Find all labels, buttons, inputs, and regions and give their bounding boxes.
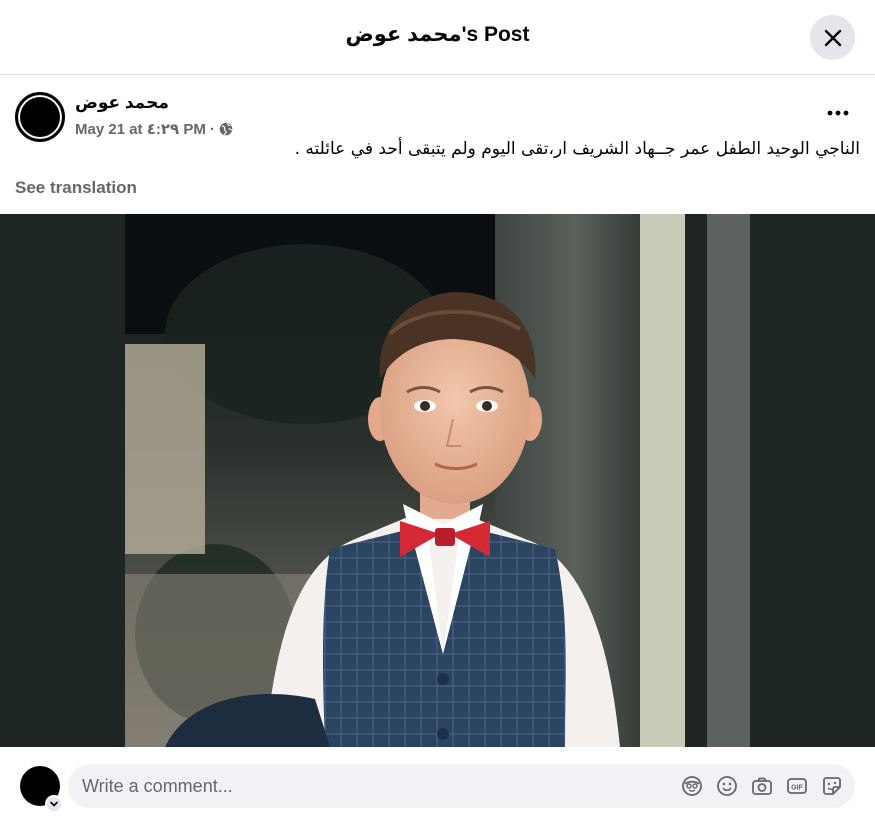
globe-icon[interactable] bbox=[219, 122, 233, 136]
sticker-button[interactable] bbox=[820, 774, 844, 798]
more-options-button[interactable] bbox=[818, 98, 858, 128]
post-text: الناجي الوحيد الطفل عمر جــهاد الشريف ار… bbox=[294, 139, 860, 159]
comment-input[interactable] bbox=[82, 764, 642, 808]
chevron-down-icon bbox=[50, 801, 58, 807]
emoji-button[interactable] bbox=[715, 774, 739, 798]
meta-separator: · bbox=[209, 120, 215, 138]
comment-composer: GIF bbox=[0, 747, 875, 832]
emoji-icon bbox=[717, 776, 737, 796]
close-button[interactable] bbox=[810, 15, 855, 60]
avatar-sticker-icon bbox=[682, 776, 702, 796]
sticker-icon bbox=[823, 777, 841, 795]
gif-icon: GIF bbox=[787, 778, 807, 794]
more-options-icon bbox=[827, 110, 849, 116]
child-portrait-image bbox=[125, 214, 750, 747]
post-dialog-header: محمد عوض's Post bbox=[0, 0, 875, 75]
photo-button[interactable] bbox=[750, 774, 774, 798]
comment-box[interactable]: GIF bbox=[68, 764, 855, 808]
camera-icon bbox=[752, 777, 772, 795]
author-name[interactable]: محمد عوض bbox=[75, 93, 169, 113]
post-media[interactable] bbox=[0, 214, 875, 747]
avatar-sticker-button[interactable] bbox=[680, 774, 704, 798]
post-header: محمد عوض May 21 at ٤:٢٩ PM · الناجي الوح… bbox=[0, 76, 875, 214]
author-avatar[interactable] bbox=[15, 92, 65, 142]
post-meta: May 21 at ٤:٢٩ PM · bbox=[75, 120, 233, 138]
post-photo[interactable] bbox=[125, 214, 750, 747]
avatar-switch-button[interactable] bbox=[45, 795, 63, 813]
dialog-title: محمد عوض's Post bbox=[345, 23, 530, 46]
see-translation-link[interactable]: See translation bbox=[15, 178, 137, 198]
gif-button[interactable]: GIF bbox=[785, 774, 809, 798]
post-date[interactable]: May 21 at ٤:٢٩ PM bbox=[75, 120, 206, 138]
close-icon bbox=[824, 29, 841, 46]
svg-text:GIF: GIF bbox=[791, 785, 803, 792]
